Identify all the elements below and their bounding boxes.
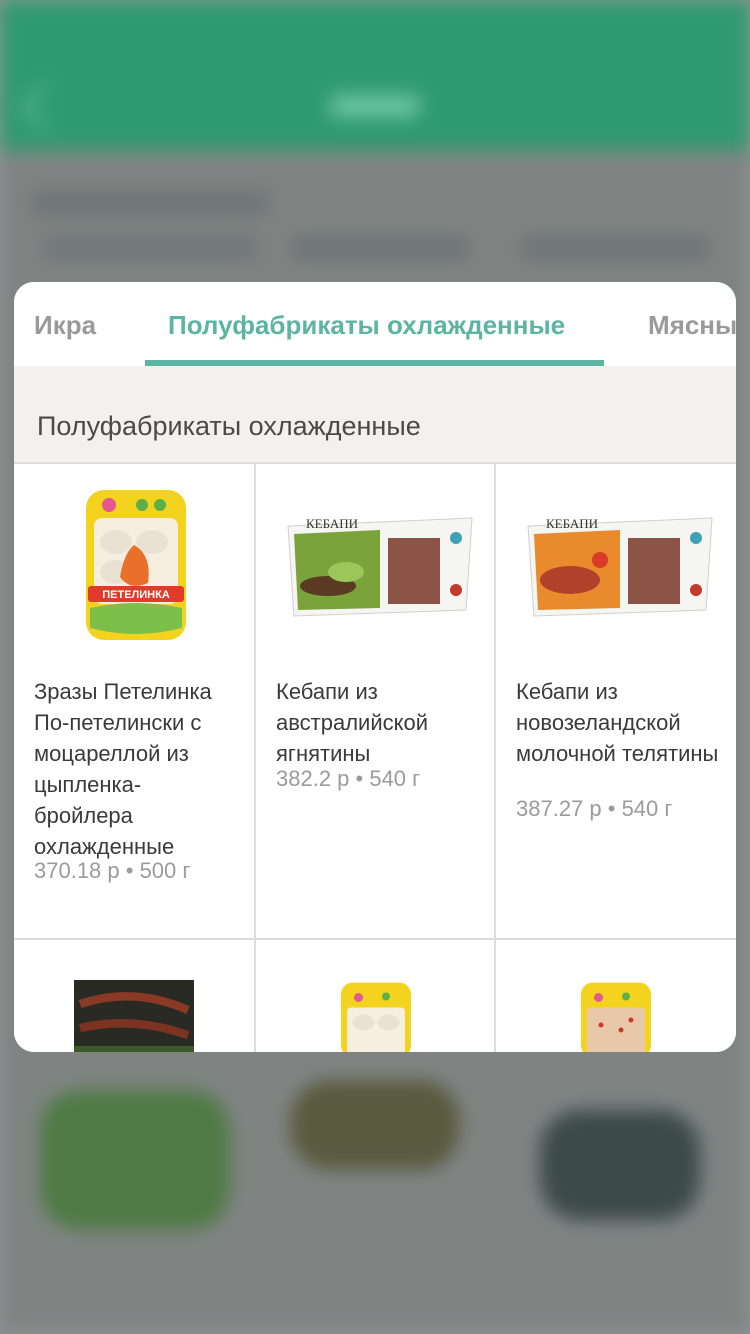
tab-ikra[interactable]: Икра <box>34 308 96 342</box>
tab-myasnye[interactable]: Мясны <box>648 308 736 342</box>
svg-text:КЕБАПИ: КЕБАПИ <box>306 516 358 531</box>
product-card[interactable] <box>256 940 494 1052</box>
product-name: Зразы Петелинка По-петелински с моцарелл… <box>34 679 212 859</box>
background-header <box>0 0 750 150</box>
product-price-weight: 382.2 р • 540 г <box>276 766 421 791</box>
product-card[interactable]: КЕБАПИ Кебапи из австралийской ягнятины … <box>256 464 494 938</box>
active-tab-indicator <box>145 360 604 366</box>
product-price-weight: 370.18 р • 500 г <box>34 858 191 883</box>
product-card[interactable] <box>496 940 736 1052</box>
product-image-petelinka-2 <box>341 982 411 1052</box>
product-image-petelinka-3 <box>581 982 651 1052</box>
product-card[interactable]: ПЕТЕЛИНКА Зразы Петелинка По-петелински … <box>14 464 254 938</box>
product-name: Кебапи из австралийской ягнятины <box>276 679 429 766</box>
back-arrow-icon <box>20 82 70 132</box>
product-grid: ПЕТЕЛИНКА Зразы Петелинка По-петелински … <box>14 462 736 1052</box>
tab-polufabrikaty[interactable]: Полуфабрикаты охлажденные <box>168 308 565 342</box>
product-image-sausages <box>74 980 194 1052</box>
product-image-kebapi-lamb: КЕБАПИ <box>287 516 473 617</box>
product-image-petelinka: ПЕТЕЛИНКА <box>86 490 186 640</box>
svg-text:ПЕТЕЛИНКА: ПЕТЕЛИНКА <box>102 589 170 601</box>
product-name: Кебапи из новозеландской молочной теляти… <box>516 679 719 766</box>
category-modal: Икра Полуфабрикаты охлажденные Мясны Пол… <box>14 282 736 1052</box>
category-tabs: Икра Полуфабрикаты охлажденные Мясны <box>14 282 736 366</box>
product-card[interactable] <box>14 940 254 1052</box>
svg-text:КЕБАПИ: КЕБАПИ <box>546 516 598 531</box>
section-title: Полуфабрикаты охлажденные <box>37 411 421 441</box>
background-header-title <box>330 95 420 117</box>
product-image-kebapi-veal: КЕБАПИ <box>527 516 713 617</box>
product-price-weight: 387.27 р • 540 г <box>516 796 673 821</box>
product-card[interactable]: КЕБАПИ Кебапи из новозеландской молочной… <box>496 464 736 938</box>
